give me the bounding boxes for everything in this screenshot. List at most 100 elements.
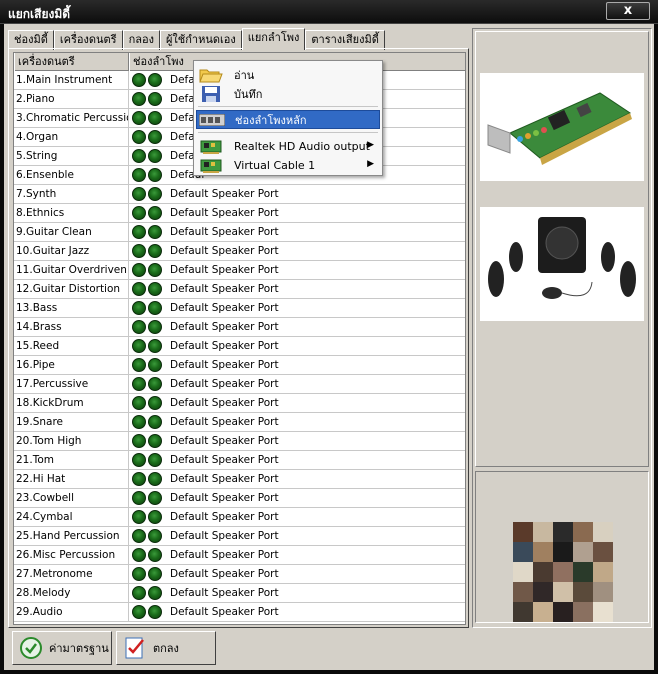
list-item[interactable]: 11.Guitar Overdriven Default Speaker Port xyxy=(14,261,465,280)
status-led-icon xyxy=(132,472,146,486)
default-button[interactable]: ค่ามาตรฐาน xyxy=(12,631,112,665)
status-led-icon xyxy=(148,434,162,448)
speaker-port-label: Default Speaker Port xyxy=(170,435,279,447)
title-bar[interactable]: แยกเสียงมิดี้ x xyxy=(0,0,658,24)
list-item[interactable]: 22.Hi Hat Default Speaker Port xyxy=(14,470,465,489)
tab-speaker-split[interactable]: แยกลำโพง xyxy=(241,28,306,50)
menu-item-open[interactable]: อ่าน xyxy=(196,65,380,84)
ok-button[interactable]: ตกลง xyxy=(116,631,216,665)
instrument-name: 10.Guitar Jazz xyxy=(14,242,129,260)
tab-midi-table[interactable]: ตารางเสียงมิดี้ xyxy=(305,30,385,50)
collage-tile xyxy=(573,522,593,542)
speaker-port-label: Default Speaker Port xyxy=(170,606,279,618)
status-led-icon xyxy=(132,130,146,144)
status-led-icon xyxy=(132,567,146,581)
status-led-icon xyxy=(148,510,162,524)
collage-tile xyxy=(533,522,553,542)
speaker-port-cell: Default Speaker Port xyxy=(129,489,279,507)
menu-item-main-speaker-port[interactable]: ช่องลำโพงหลัก xyxy=(196,110,380,129)
tab-midi-channel[interactable]: ช่องมิดี้ xyxy=(8,30,54,50)
collage-tile xyxy=(593,542,613,562)
window-title: แยกเสียงมิดี้ xyxy=(8,7,71,21)
menu-item-open-label: อ่าน xyxy=(234,68,255,82)
instrument-name: 2.Piano xyxy=(14,90,129,108)
instrument-name: 11.Guitar Overdriven xyxy=(14,261,129,279)
speaker-port-cell: Default Speaker Port xyxy=(129,318,279,336)
list-item[interactable]: 12.Guitar Distortion Default Speaker Port xyxy=(14,280,465,299)
speaker-port-cell: Default Speaker Port xyxy=(129,565,279,583)
list-item[interactable]: 7.Synth Default Speaker Port xyxy=(14,185,465,204)
list-item[interactable]: 14.Brass Default Speaker Port xyxy=(14,318,465,337)
tab-strip: ช่องมิดี้ เครื่องดนตรี กลอง ผู้ใช้กำหนดเ… xyxy=(8,28,385,50)
status-led-icon xyxy=(148,605,162,619)
list-item[interactable]: 15.Reed Default Speaker Port xyxy=(14,337,465,356)
close-button[interactable]: x xyxy=(606,2,650,20)
speaker-port-cell: Default Speaker Port xyxy=(129,185,279,203)
speaker-port-cell: Default Speaker Port xyxy=(129,413,279,431)
tab-user-defined[interactable]: ผู้ใช้กำหนดเอง xyxy=(159,30,242,50)
status-led-icon xyxy=(148,301,162,315)
list-item[interactable]: 17.Percussive Default Speaker Port xyxy=(14,375,465,394)
list-item[interactable]: 16.Pipe Default Speaker Port xyxy=(14,356,465,375)
speaker-port-label: Default Speaker Port xyxy=(170,454,279,466)
list-item[interactable]: 9.Guitar Clean Default Speaker Port xyxy=(14,223,465,242)
speaker-port-label: Default Speaker Port xyxy=(170,587,279,599)
status-led-icon xyxy=(132,320,146,334)
list-item[interactable]: 13.Bass Default Speaker Port xyxy=(14,299,465,318)
speaker-port-cell: Default Speaker Port xyxy=(129,299,279,317)
status-led-icon xyxy=(148,92,162,106)
status-led-icon xyxy=(148,529,162,543)
collage-tile xyxy=(513,522,533,542)
status-led-icon xyxy=(148,377,162,391)
sound-card-icon xyxy=(196,157,226,175)
instrument-name: 23.Cowbell xyxy=(14,489,129,507)
status-led-icon xyxy=(148,396,162,410)
menu-item-virtual-cable-label: Virtual Cable 1 xyxy=(234,159,316,172)
status-led-icon xyxy=(132,396,146,410)
list-item[interactable]: 21.Tom Default Speaker Port xyxy=(14,451,465,470)
speaker-port-cell: Default Speaker Port xyxy=(129,261,279,279)
list-item[interactable]: 27.Metronome Default Speaker Port xyxy=(14,565,465,584)
menu-item-realtek-output-label: Realtek HD Audio output xyxy=(234,140,370,153)
speakers-image xyxy=(480,207,644,321)
status-led-icon xyxy=(132,339,146,353)
list-item[interactable]: 19.Snare Default Speaker Port xyxy=(14,413,465,432)
list-item[interactable]: 8.Ethnics Default Speaker Port xyxy=(14,204,465,223)
instrument-name: 18.KickDrum xyxy=(14,394,129,412)
instrument-name: 26.Misc Percussion xyxy=(14,546,129,564)
menu-item-virtual-cable[interactable]: Virtual Cable 1 ▶ xyxy=(196,156,380,175)
speaker-port-cell: Default Speaker Port xyxy=(129,451,279,469)
sound-card-image xyxy=(480,73,644,181)
list-item[interactable]: 10.Guitar Jazz Default Speaker Port xyxy=(14,242,465,261)
speaker-port-label: Default Speaker Port xyxy=(170,416,279,428)
status-led-icon xyxy=(148,168,162,182)
collage-tile xyxy=(533,582,553,602)
photo-collage-image xyxy=(513,522,613,622)
menu-item-save[interactable]: บันทึก xyxy=(196,84,380,103)
instrument-name: 13.Bass xyxy=(14,299,129,317)
collage-tile xyxy=(513,602,533,622)
menu-item-realtek-output[interactable]: Realtek HD Audio output ▶ xyxy=(196,137,380,156)
menu-separator xyxy=(198,106,378,107)
list-item[interactable]: 29.Audio Default Speaker Port xyxy=(14,603,465,622)
speaker-port-label: Default Speaker Port xyxy=(170,397,279,409)
status-led-icon xyxy=(132,548,146,562)
tab-instrument[interactable]: เครื่องดนตรี xyxy=(53,30,123,50)
column-header-instrument[interactable]: เครื่องดนตรี xyxy=(14,53,129,71)
list-item[interactable]: 28.Melody Default Speaker Port xyxy=(14,584,465,603)
collage-tile xyxy=(533,562,553,582)
speaker-port-cell: Default Speaker Port xyxy=(129,280,279,298)
list-item[interactable]: 26.Misc Percussion Default Speaker Port xyxy=(14,546,465,565)
status-led-icon xyxy=(148,472,162,486)
list-item[interactable]: 18.KickDrum Default Speaker Port xyxy=(14,394,465,413)
context-menu: อ่าน บันทึก ช่องลำโพงหลัก Realtek HD Aud… xyxy=(193,60,383,176)
tab-drum[interactable]: กลอง xyxy=(122,30,160,50)
status-led-icon xyxy=(132,73,146,87)
list-item[interactable]: 24.Cymbal Default Speaker Port xyxy=(14,508,465,527)
collage-tile xyxy=(553,522,573,542)
list-item[interactable]: 23.Cowbell Default Speaker Port xyxy=(14,489,465,508)
list-item[interactable]: 20.Tom High Default Speaker Port xyxy=(14,432,465,451)
speaker-port-label: Default Speaker Port xyxy=(170,359,279,371)
status-led-icon xyxy=(148,73,162,87)
list-item[interactable]: 25.Hand Percussion Default Speaker Port xyxy=(14,527,465,546)
